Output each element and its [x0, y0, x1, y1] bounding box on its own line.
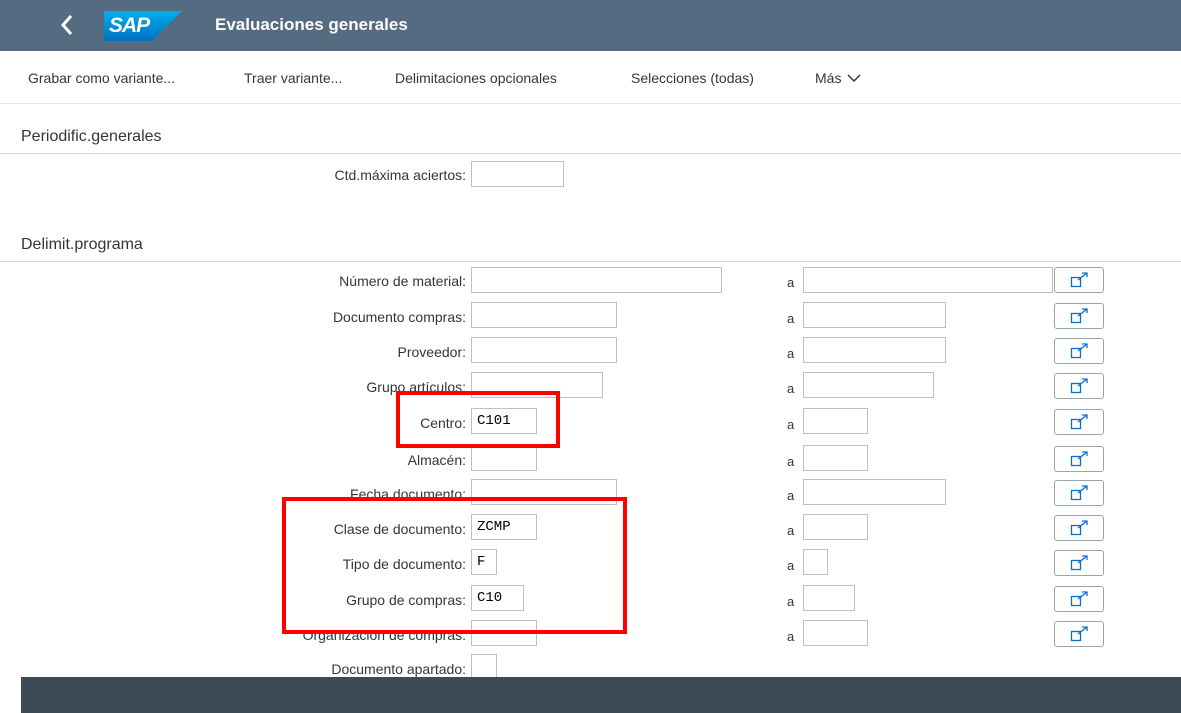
- multiple-selection-button[interactable]: [1054, 446, 1104, 472]
- multiple-selection-icon: [1070, 272, 1088, 288]
- range-separator: a: [787, 346, 795, 361]
- multiple-selection-icon: [1070, 451, 1088, 467]
- plant-high-input[interactable]: [803, 408, 868, 434]
- multiple-selection-button[interactable]: [1054, 515, 1104, 541]
- multiple-selection-button[interactable]: [1054, 586, 1104, 612]
- field-label-purchasing-doc: Documento compras:: [332, 309, 466, 325]
- multiple-selection-button[interactable]: [1054, 338, 1104, 364]
- sap-logo: SAP: [104, 11, 182, 41]
- document-date-high-input[interactable]: [803, 479, 946, 505]
- multiple-selection-button[interactable]: [1054, 409, 1104, 435]
- multiple-selection-button[interactable]: [1054, 480, 1104, 506]
- range-separator: a: [787, 381, 795, 396]
- footer-bar: [21, 677, 1181, 713]
- document-type-high-input[interactable]: [803, 549, 828, 575]
- vendor-high-input[interactable]: [803, 337, 946, 363]
- purchasing-org-high-input[interactable]: [803, 620, 868, 646]
- multiple-selection-icon: [1070, 414, 1088, 430]
- range-separator: a: [787, 417, 795, 432]
- optional-delimitations-button[interactable]: Delimitaciones opcionales: [395, 70, 557, 86]
- storage-location-high-input[interactable]: [803, 445, 868, 471]
- back-button[interactable]: [56, 12, 80, 38]
- material-group-high-input[interactable]: [803, 372, 934, 398]
- document-class-high-input[interactable]: [803, 514, 868, 540]
- multiple-selection-icon: [1070, 626, 1088, 642]
- section-divider: [0, 153, 1181, 154]
- selections-all-button[interactable]: Selecciones (todas): [631, 70, 754, 86]
- shell-bar: SAP Evaluaciones generales: [0, 0, 1181, 51]
- sap-logo-text: SAP: [109, 14, 150, 37]
- chevron-down-icon: [847, 74, 861, 83]
- purchasing-group-high-input[interactable]: [803, 585, 855, 611]
- range-separator: a: [787, 275, 795, 290]
- section-title-general: Periodific.generales: [21, 128, 162, 145]
- purchasing-doc-high-input[interactable]: [803, 302, 946, 328]
- max-hits-label: Ctd.máxima aciertos:: [334, 167, 466, 183]
- more-label: Más: [815, 70, 842, 86]
- range-separator: a: [787, 594, 795, 609]
- more-button[interactable]: Más: [815, 70, 861, 86]
- field-label-material: Número de material:: [339, 273, 466, 289]
- range-separator: a: [787, 488, 795, 503]
- field-label-parked-document: Documento apartado:: [331, 661, 466, 677]
- range-separator: a: [787, 558, 795, 573]
- save-variant-button[interactable]: Grabar como variante...: [28, 70, 175, 86]
- toolbar: Grabar como variante... Traer variante..…: [0, 51, 1181, 104]
- highlight-box-plant: [396, 391, 560, 448]
- get-variant-button[interactable]: Traer variante...: [244, 70, 342, 86]
- range-separator: a: [787, 629, 795, 644]
- multiple-selection-button[interactable]: [1054, 621, 1104, 647]
- material-low-input[interactable]: [471, 267, 722, 293]
- multiple-selection-icon: [1070, 555, 1088, 571]
- field-label-storage-location: Almacén:: [407, 452, 466, 468]
- field-label-vendor: Proveedor:: [397, 344, 466, 360]
- multiple-selection-icon: [1070, 343, 1088, 359]
- purchasing-doc-low-input[interactable]: [471, 302, 617, 328]
- multiple-selection-button[interactable]: [1054, 267, 1104, 293]
- multiple-selection-icon: [1070, 520, 1088, 536]
- range-separator: a: [787, 454, 795, 469]
- range-separator: a: [787, 523, 795, 538]
- section-divider: [0, 261, 1181, 262]
- highlight-box-document-fields: [282, 497, 627, 634]
- multiple-selection-icon: [1070, 591, 1088, 607]
- multiple-selection-button[interactable]: [1054, 303, 1104, 329]
- section-title-program: Delimit.programa: [21, 236, 143, 253]
- range-separator: a: [787, 311, 795, 326]
- vendor-low-input[interactable]: [471, 337, 617, 363]
- storage-location-low-input[interactable]: [471, 445, 537, 471]
- multiple-selection-icon: [1070, 308, 1088, 324]
- multiple-selection-icon: [1070, 485, 1088, 501]
- material-high-input[interactable]: [803, 267, 1053, 293]
- multiple-selection-button[interactable]: [1054, 373, 1104, 399]
- app-title: Evaluaciones generales: [215, 15, 408, 34]
- chevron-left-icon: [60, 15, 73, 35]
- multiple-selection-icon: [1070, 378, 1088, 394]
- max-hits-input[interactable]: [471, 161, 564, 187]
- multiple-selection-button[interactable]: [1054, 550, 1104, 576]
